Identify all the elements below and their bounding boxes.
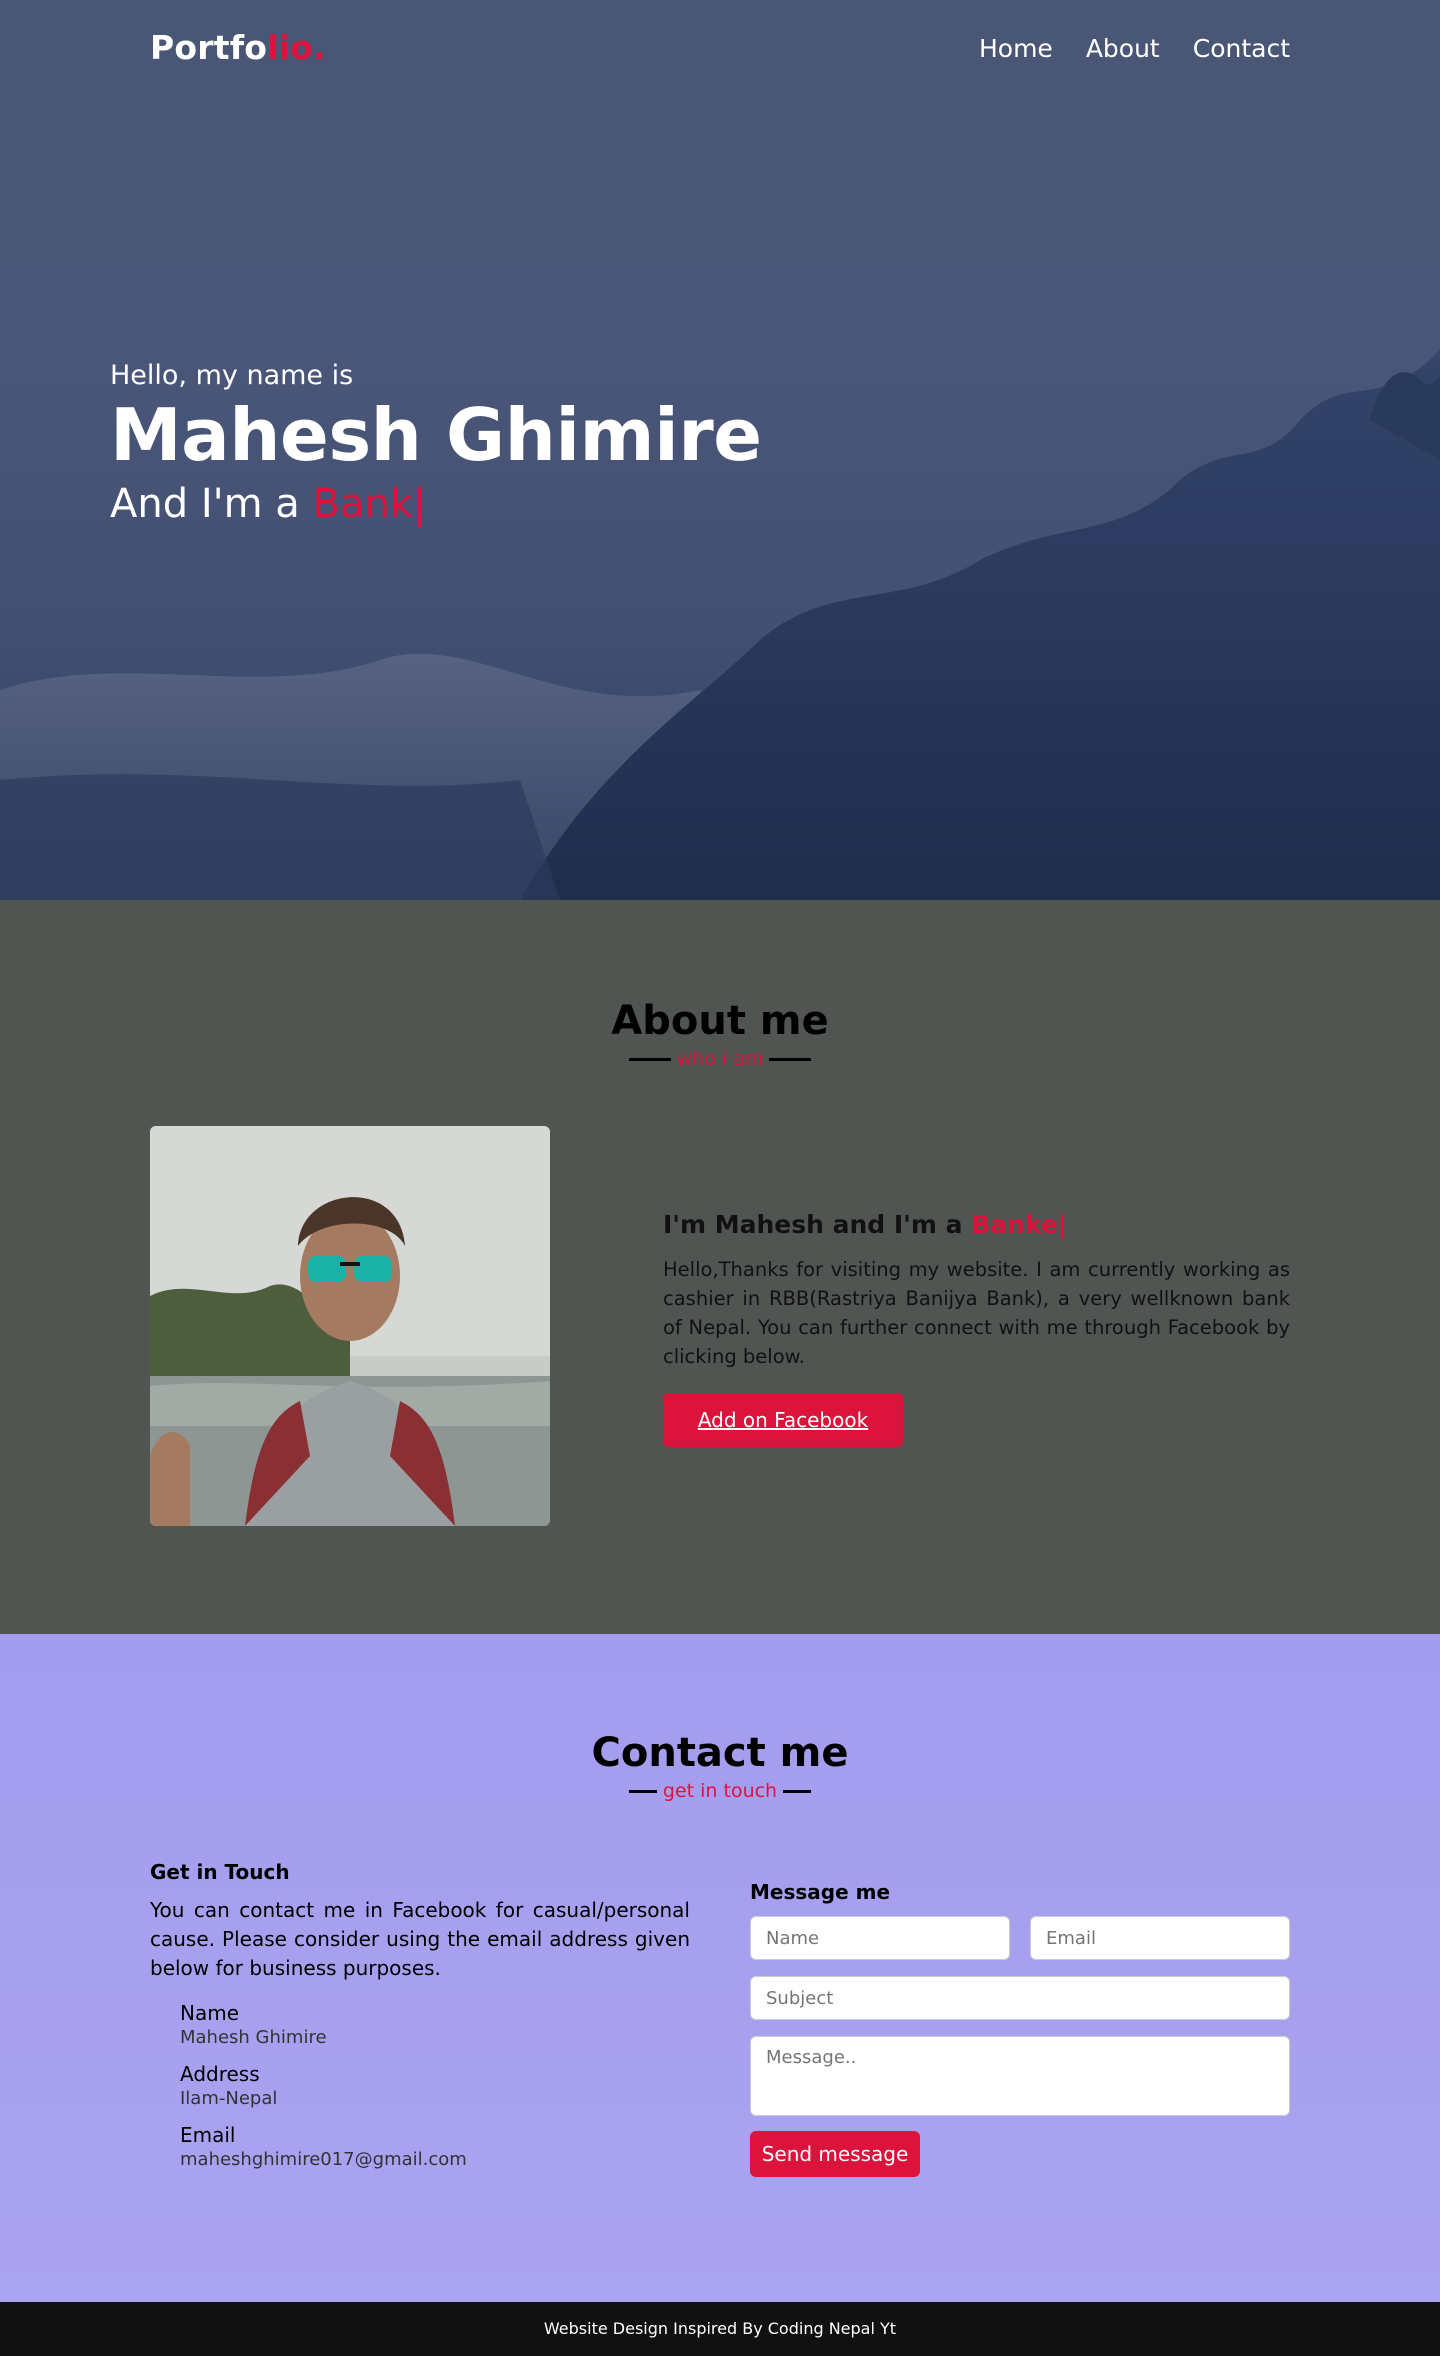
about-headline: I'm Mahesh and I'm a Banke| (663, 1210, 1290, 1239)
hero-role: And I'm a Bank| (110, 481, 762, 527)
contact-subtitle: get in touch (662, 1780, 778, 1802)
about-title: About me (611, 998, 829, 1044)
message-field[interactable] (750, 2036, 1290, 2116)
hero-role-typing: Bank| (312, 481, 427, 527)
nav-link-about[interactable]: About (1086, 34, 1160, 63)
about-section: About me who i am I'm Mahesh and I'm a B… (0, 900, 1440, 1634)
name-field[interactable] (750, 1916, 1010, 1960)
footer-text: Website Design Inspired By Coding Nepal … (543, 2319, 897, 2338)
contact-info-column: Get in Touch You can contact me in Faceb… (150, 1860, 690, 2170)
profile-photo (150, 1126, 550, 1526)
info-name-value: Mahesh Ghimire (180, 2027, 327, 2048)
contact-info-list: Name Mahesh Ghimire Address Ilam-Nepal E… (180, 2001, 690, 2170)
get-in-touch-heading: Get in Touch (150, 1860, 290, 1884)
contact-section: Contact me get in touch Get in Touch You… (0, 1634, 1440, 2302)
email-field[interactable] (1030, 1916, 1290, 1960)
nav-menu: Home About Contact (979, 34, 1290, 63)
hero-name: Mahesh Ghimire (110, 393, 762, 477)
hero-section: Hello, my name is Mahesh Ghimire And I'm… (0, 0, 1440, 900)
about-paragraph: Hello,Thanks for visiting my website. I … (663, 1258, 1290, 1368)
hero-greeting: Hello, my name is (110, 360, 354, 391)
form-row-name-email (750, 1916, 1290, 1960)
hero-role-prefix: And I'm a (110, 481, 313, 527)
title-divider-right (783, 1789, 812, 1793)
hero-text: Hello, my name is Mahesh Ghimire And I'm… (110, 360, 762, 527)
send-message-button[interactable]: Send message (750, 2131, 920, 2177)
about-content: I'm Mahesh and I'm a Banke| Hello,Thanks… (663, 1210, 1290, 1447)
title-divider-left (628, 1789, 657, 1793)
info-address-value: Ilam-Nepal (180, 2088, 278, 2109)
title-divider-left (628, 1057, 671, 1061)
nav-link-contact[interactable]: Contact (1193, 34, 1290, 63)
logo-main: Portfo (150, 28, 268, 67)
footer: Website Design Inspired By Coding Nepal … (0, 2302, 1440, 2356)
message-form: Message me Send message (750, 1880, 1290, 2177)
nav-item-home: Home (979, 34, 1053, 63)
message-me-heading: Message me (750, 1880, 891, 1904)
info-email-value: maheshghimire017@gmail.com (180, 2149, 467, 2170)
add-on-facebook-button[interactable]: Add on Facebook (663, 1393, 903, 1447)
get-in-touch-text: You can contact me in Facebook for casua… (150, 1898, 690, 1980)
nav-link-home[interactable]: Home (979, 34, 1053, 63)
subject-field[interactable] (750, 1976, 1290, 2020)
contact-subtitle-row: get in touch (0, 1780, 1440, 1802)
nav-item-contact: Contact (1193, 34, 1290, 63)
title-divider-right (769, 1057, 812, 1061)
about-subtitle-row: who i am (0, 1048, 1440, 1070)
about-headline-prefix: I'm Mahesh and I'm a (663, 1210, 972, 1239)
navbar: Portfolio. Home About Contact (0, 0, 1440, 100)
about-subtitle: who i am (676, 1048, 764, 1070)
info-name-label: Name (180, 2001, 240, 2025)
info-address-label: Address (180, 2062, 260, 2086)
about-headline-typing: Banke| (971, 1210, 1067, 1239)
info-email-label: Email (180, 2123, 236, 2147)
logo-accent: lio. (267, 28, 326, 67)
contact-title: Contact me (591, 1730, 849, 1776)
nav-item-about: About (1086, 34, 1160, 63)
logo[interactable]: Portfolio. (150, 28, 326, 67)
